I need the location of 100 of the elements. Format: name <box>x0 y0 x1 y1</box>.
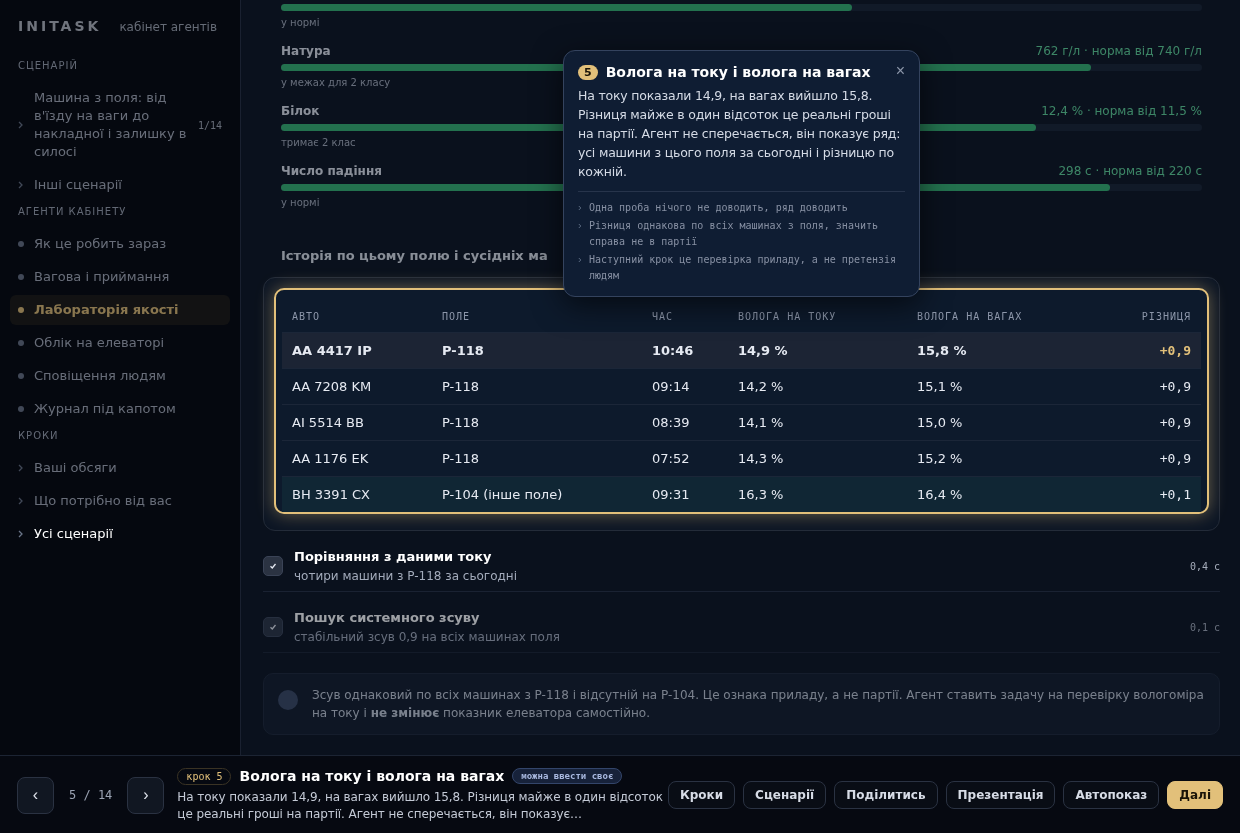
metric-caption: у нормі <box>281 17 320 28</box>
table-cell-text: +0,9 <box>1158 415 1192 430</box>
table-cell-text: 15,1 % <box>916 379 964 394</box>
table-cell-text: +0,9 <box>1158 451 1192 466</box>
table-cell-text: AI 5514 BB <box>291 415 365 430</box>
table-cell-text: 08:39 <box>651 415 691 430</box>
step-title: Волога на току і волога на вагах <box>239 768 505 784</box>
step-title: Порівняння з даними току <box>294 549 493 564</box>
footer-button[interactable]: Сценарії <box>743 781 827 809</box>
table-cell-text: 14,9 % <box>737 343 789 358</box>
table-cell-text: 15,8 % <box>916 343 968 358</box>
chevron-icon <box>578 257 582 263</box>
metric-reading: 12,4 % · норма від 11,5 % <box>1041 104 1202 118</box>
tooltip-note: Наступний крок це перевірка приладу, а не претензія людям <box>589 253 898 283</box>
footer-button[interactable]: Кроки <box>667 781 736 809</box>
sidebar-item[interactable]: Вагова і приймання <box>10 262 230 292</box>
sidebar-item[interactable]: Журнал під капотом <box>10 394 230 424</box>
table-cell-text: P-104 (інше поле) <box>441 487 564 502</box>
sidebar-item[interactable]: Усі сценарії <box>10 519 230 549</box>
check-icon <box>269 562 277 570</box>
table-cell-text: 15,0 % <box>916 415 964 430</box>
sidebar-item[interactable]: Ваші обсяги <box>10 453 230 483</box>
footer-button[interactable]: Автопоказ <box>1063 781 1160 809</box>
metric-label: Число падіння <box>281 164 382 178</box>
step-duration: 0,1 с <box>1189 621 1220 633</box>
sidebar-item[interactable]: Облік на елеваторі <box>10 328 230 358</box>
table-cell-text: 09:14 <box>651 379 691 394</box>
table-cell-text: +0,9 <box>1158 379 1192 394</box>
table-cell-text: BH 3391 CX <box>291 487 372 502</box>
sidebar-item[interactable]: Лабораторія якості <box>10 295 230 325</box>
sidebar-item[interactable]: Що потрібно від вас <box>10 486 230 516</box>
section-heading: СЦЕНАРІЙ <box>17 60 79 71</box>
table-row[interactable]: BH 3391 CX P-104 (інше поле) 09:31 16,3 % 16,4 % +0,1 <box>282 476 1201 512</box>
table-cell-text: +0,9 <box>1158 343 1192 358</box>
chevron-icon <box>578 205 582 211</box>
step-duration: 0,4 с <box>1189 560 1220 572</box>
chevron-icon <box>18 464 24 472</box>
column-header: ПОЛЕ <box>441 310 472 322</box>
table-row[interactable]: AA 7208 KM P-118 09:14 14,2 % 15,1 % +0,9 <box>282 368 1201 404</box>
table-cell-text: P-118 <box>441 415 481 430</box>
step-description: На току показали 14,9, на вагах вийшло 15,8. Різниця майже в один відсоток це реальні гроші на партії. Агент не сперечається, він показує… <box>177 788 664 823</box>
section-heading: Історія по цьому полю і сусідніх ма <box>281 248 548 263</box>
table-row[interactable]: AA 4417 IP P-118 10:46 14,9 % 15,8 % +0,9 <box>282 332 1201 368</box>
table-cell-text: P-118 <box>441 343 485 358</box>
close-button[interactable]: × <box>895 64 905 78</box>
metric-label: Білок <box>281 104 320 118</box>
step-title: Пошук системного зсуву <box>294 610 481 625</box>
column-header: ВОЛОГА НА ТОКУ <box>737 310 838 322</box>
metric-caption: у межах для 2 класу <box>281 77 391 88</box>
section-heading: КРОКИ <box>17 430 60 441</box>
table-cell-text: 16,3 % <box>737 487 785 502</box>
table-cell-text: 10:46 <box>651 343 695 358</box>
table-cell-text: P-118 <box>441 451 481 466</box>
step-detail: стабільний зсув 0,9 на всіх машинах поля <box>294 630 561 644</box>
chevron-icon <box>18 121 24 129</box>
sidebar-item[interactable]: Як це робить зараз <box>10 229 230 259</box>
step-counter: 5 / 14 <box>69 788 113 802</box>
sidebar-item[interactable]: Сповіщення людям <box>10 361 230 391</box>
metric-caption: тримає 2 клас <box>281 137 356 148</box>
footer-button[interactable]: Презентація <box>945 781 1056 809</box>
dot-icon <box>18 307 24 313</box>
step-detail: чотири машини з P-118 за сьогодні <box>294 569 518 583</box>
section-heading: АГЕНТИ КАБІНЕТУ <box>17 206 128 217</box>
metric-reading: 298 с · норма від 220 с <box>1058 164 1202 178</box>
table-cell-text: 14,2 % <box>737 379 785 394</box>
metric-reading: 762 г/л · норма від 740 г/л <box>1035 44 1202 58</box>
dot-icon <box>18 406 24 412</box>
chevron-icon <box>18 497 24 505</box>
tag: можна ввести своє <box>512 768 623 784</box>
dot-icon <box>18 340 24 346</box>
item-count: 1/14 <box>197 119 222 131</box>
footer-button[interactable]: Далі <box>1167 781 1223 809</box>
tooltip-note: Різниця однакова по всіх машинах з поля, значить справа не в партії <box>589 219 879 249</box>
footer-button[interactable]: Поділитись <box>834 781 938 809</box>
table-cell-text: 09:31 <box>651 487 691 502</box>
circle-icon <box>278 690 298 710</box>
dot-icon <box>18 274 24 280</box>
dot-icon <box>18 241 24 247</box>
table-cell-text: 16,4 % <box>916 487 964 502</box>
metric-caption: у нормі <box>281 197 320 208</box>
column-header: АВТО <box>291 310 322 322</box>
table-cell-text: AA 4417 IP <box>291 343 373 358</box>
chevron-icon <box>18 530 24 538</box>
column-header: ЧАС <box>651 310 675 322</box>
tooltip-text: На току показали 14,9, на вагах вийшло 15,8. Різниця майже в один відсоток це реальні гроші на партії. Агент не сперечається, він показує ряд: усі машини з цього поля за сьогодні і різницю по кожній. <box>578 86 905 192</box>
table-row[interactable]: AI 5514 BB P-118 08:39 14,1 % 15,0 % +0,9 <box>282 404 1201 440</box>
sidebar-item[interactable]: Інші сценарії <box>10 170 230 200</box>
table-cell-text: 14,1 % <box>737 415 785 430</box>
table-cell-text: AA 1176 EK <box>291 451 370 466</box>
chevron-icon <box>578 223 582 229</box>
tooltip-title: Волога на току і волога на вагах <box>605 64 872 80</box>
metric-label: Натура <box>281 44 331 58</box>
previous-button[interactable]: ‹ <box>17 776 54 814</box>
table-cell-text: P-118 <box>441 379 481 394</box>
check-icon <box>269 623 277 631</box>
table-cell-text: 15,2 % <box>916 451 964 466</box>
next-button[interactable]: › <box>127 776 165 814</box>
dot-icon <box>18 373 24 379</box>
table-cell-text: +0,1 <box>1158 487 1192 502</box>
tooltip-note: Одна проба нічого не доводить, ряд доводить <box>589 201 848 215</box>
